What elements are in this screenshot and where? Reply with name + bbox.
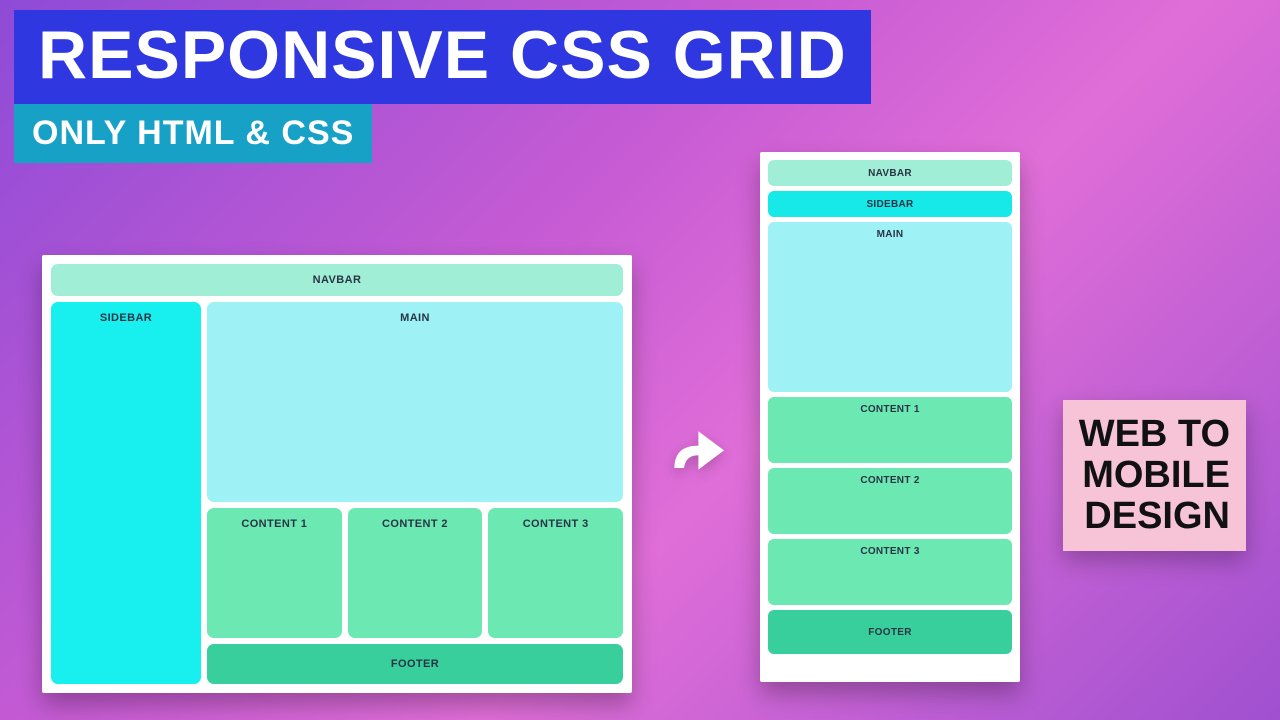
desktop-content-1: CONTENT 1: [207, 508, 342, 638]
mobile-layout-card: NAVBAR SIDEBAR MAIN CONTENT 1 CONTENT 2 …: [760, 152, 1020, 682]
mobile-content-1: CONTENT 1: [768, 397, 1012, 463]
callout-card: WEB TO MOBILE DESIGN: [1063, 400, 1246, 551]
subhead-banner: ONLY HTML & CSS: [14, 104, 372, 163]
desktop-footer: FOOTER: [207, 644, 623, 684]
headline-banner: RESPONSIVE CSS GRID: [14, 10, 871, 104]
mobile-sidebar: SIDEBAR: [768, 191, 1012, 217]
mobile-navbar: NAVBAR: [768, 160, 1012, 186]
callout-line-2: MOBILE: [1082, 454, 1230, 496]
desktop-grid: NAVBAR SIDEBAR MAIN CONTENT 1 CONTENT 2 …: [51, 264, 623, 684]
callout-line-1: WEB TO: [1079, 413, 1230, 455]
mobile-content-3: CONTENT 3: [768, 539, 1012, 605]
mobile-content-2: CONTENT 2: [768, 468, 1012, 534]
mobile-main: MAIN: [768, 222, 1012, 392]
desktop-layout-card: NAVBAR SIDEBAR MAIN CONTENT 1 CONTENT 2 …: [42, 255, 632, 693]
desktop-content-2: CONTENT 2: [348, 508, 483, 638]
arrow-icon: [660, 412, 740, 492]
callout-line-3: DESIGN: [1084, 495, 1230, 537]
mobile-footer: FOOTER: [768, 610, 1012, 654]
desktop-main: MAIN: [207, 302, 623, 502]
mobile-grid: NAVBAR SIDEBAR MAIN CONTENT 1 CONTENT 2 …: [768, 160, 1012, 674]
desktop-content-3: CONTENT 3: [488, 508, 623, 638]
desktop-sidebar: SIDEBAR: [51, 302, 201, 684]
desktop-navbar: NAVBAR: [51, 264, 623, 296]
